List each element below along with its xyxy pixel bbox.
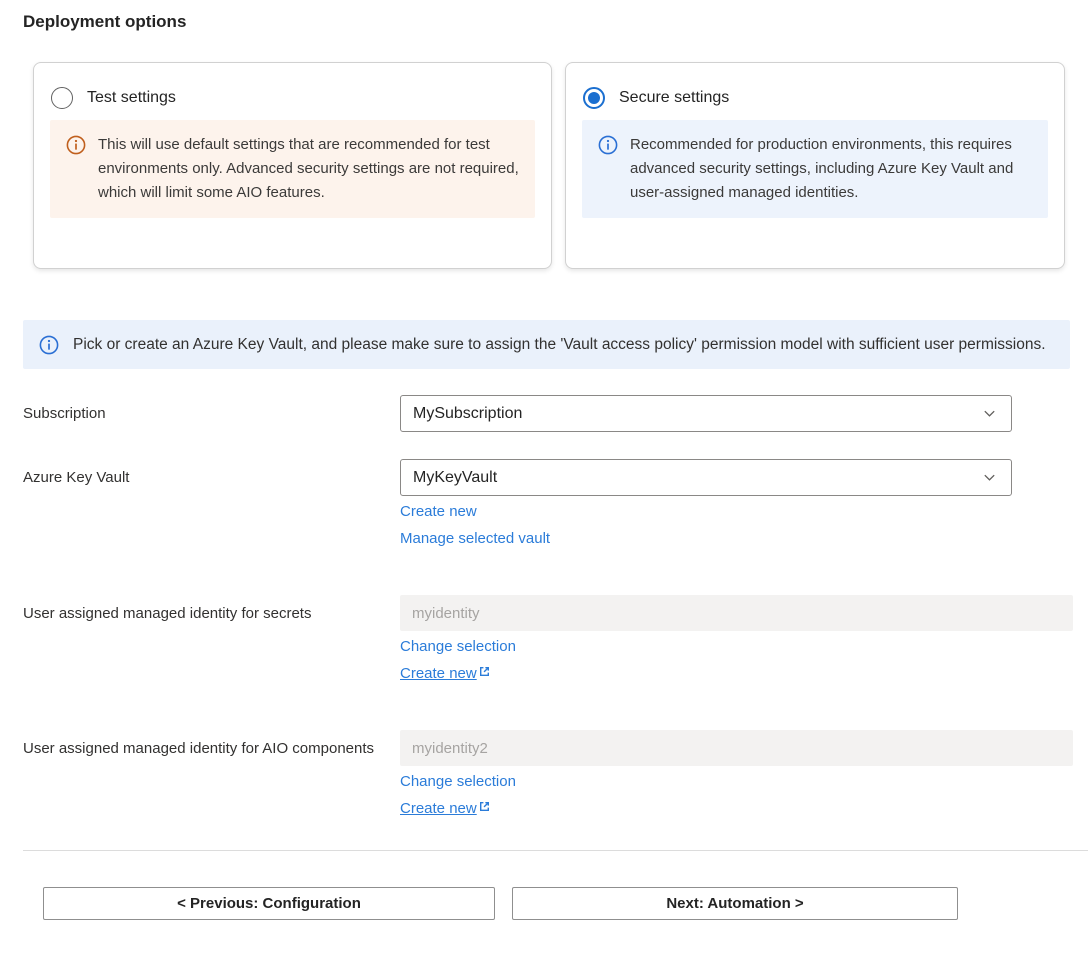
next-automation-button[interactable]: Next: Automation > <box>512 887 958 920</box>
identity-aio-value: myidentity2 <box>412 740 488 757</box>
manage-selected-vault-link[interactable]: Manage selected vault <box>400 530 550 547</box>
secure-settings-infobox: Recommended for production environments,… <box>582 120 1048 218</box>
identity-aio-create-new-label: Create new <box>400 800 477 817</box>
footer-divider <box>23 850 1088 851</box>
identity-secrets-input: myidentity <box>400 595 1073 631</box>
identity-aio-label: User assigned managed identity for AIO c… <box>23 730 400 760</box>
subscription-dropdown[interactable]: MySubscription <box>400 395 1012 432</box>
info-icon <box>66 135 86 155</box>
banner-text: Pick or create an Azure Key Vault, and p… <box>73 332 1046 357</box>
identity-secrets-label: User assigned managed identity for secre… <box>23 595 400 625</box>
identity-aio-row: User assigned managed identity for AIO c… <box>23 730 1088 817</box>
deployment-options-page: Deployment options Test settings This wi… <box>0 0 1088 979</box>
subscription-row: Subscription MySubscription <box>23 395 1088 432</box>
test-settings-card[interactable]: Test settings This will use default sett… <box>33 62 552 269</box>
secure-settings-radio[interactable] <box>583 87 605 109</box>
key-vault-dropdown[interactable]: MyKeyVault <box>400 459 1012 496</box>
identity-aio-create-new-link[interactable]: Create new <box>400 800 491 817</box>
deployment-option-cards: Test settings This will use default sett… <box>33 62 1065 269</box>
identity-aio-change-selection-link[interactable]: Change selection <box>400 773 516 790</box>
identity-secrets-create-new-label: Create new <box>400 665 477 682</box>
test-settings-label: Test settings <box>87 89 176 107</box>
identity-secrets-create-new-link[interactable]: Create new <box>400 665 491 682</box>
info-icon <box>39 335 59 355</box>
info-icon <box>598 135 618 155</box>
key-vault-value: MyKeyVault <box>413 469 497 487</box>
secure-settings-label: Secure settings <box>619 89 729 107</box>
identity-secrets-value: myidentity <box>412 605 480 622</box>
secure-settings-info-text: Recommended for production environments,… <box>630 133 1032 205</box>
subscription-label: Subscription <box>23 395 400 425</box>
secure-settings-card[interactable]: Secure settings Recommended for producti… <box>565 62 1065 269</box>
key-vault-info-banner: Pick or create an Azure Key Vault, and p… <box>23 320 1070 369</box>
wizard-navigation: < Previous: Configuration Next: Automati… <box>43 887 1088 920</box>
key-vault-label: Azure Key Vault <box>23 459 400 489</box>
identity-secrets-change-selection-link[interactable]: Change selection <box>400 638 516 655</box>
key-vault-create-new-link[interactable]: Create new <box>400 503 477 520</box>
chevron-down-icon <box>982 406 997 421</box>
page-title: Deployment options <box>23 12 1088 32</box>
secure-settings-form: Subscription MySubscription Azure Key Va… <box>23 395 1088 817</box>
key-vault-row: Azure Key Vault MyKeyVault Create new Ma… <box>23 459 1088 547</box>
test-settings-infobox: This will use default settings that are … <box>50 120 535 218</box>
external-link-icon <box>478 665 491 678</box>
subscription-value: MySubscription <box>413 405 522 423</box>
chevron-down-icon <box>982 470 997 485</box>
test-settings-info-text: This will use default settings that are … <box>98 133 519 205</box>
identity-aio-input: myidentity2 <box>400 730 1073 766</box>
test-settings-radio[interactable] <box>51 87 73 109</box>
identity-secrets-row: User assigned managed identity for secre… <box>23 595 1088 682</box>
external-link-icon <box>478 800 491 813</box>
previous-configuration-button[interactable]: < Previous: Configuration <box>43 887 495 920</box>
